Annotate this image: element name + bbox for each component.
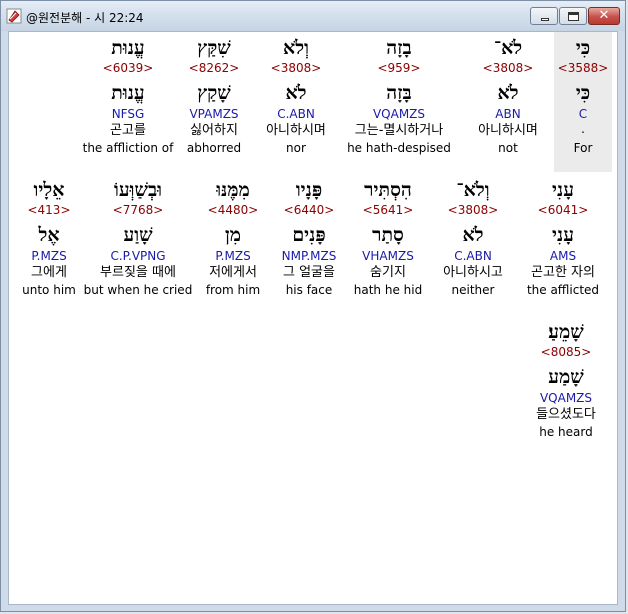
english-gloss: but when he cried (83, 283, 193, 297)
english-gloss: not (498, 141, 518, 155)
word-card[interactable]: אֵלָיו <413> אֶל P.MZS 그에게 unto him (9, 178, 89, 298)
app-window: @원전분해 - 시 22:24 ✕ כִּי <3588> כִּי C . F… (0, 0, 626, 612)
hebrew-word: לֹא־ (493, 37, 523, 59)
title-bar[interactable]: @원전분해 - 시 22:24 ✕ (1, 1, 625, 31)
parsing-code: P.MZS (31, 249, 67, 263)
hebrew-word: וּבְשַׁוְּעוֹ (114, 179, 162, 201)
korean-gloss: 들으셨도다 (536, 407, 596, 422)
close-button[interactable]: ✕ (588, 7, 620, 25)
english-gloss: unto him (22, 283, 76, 297)
lemma: שָׁמַע (548, 366, 584, 388)
hebrew-word: עֱנוּת (111, 37, 145, 59)
hebrew-word: אֵלָיו (33, 179, 65, 201)
parsing-code: NFSG (111, 107, 145, 121)
window-controls: ✕ (529, 7, 620, 25)
maximize-icon (568, 12, 579, 21)
minimize-icon (541, 18, 549, 21)
strong-number: <8085> (540, 345, 592, 359)
korean-gloss: 부르짖을 때에 (100, 265, 176, 280)
word-card[interactable]: וּבְשַׁוְּעוֹ <7768> שָׁוַע C.P.VPNG 부르짖… (78, 178, 198, 298)
parsing-code: VQAMZS (539, 391, 593, 405)
strong-number: <6039> (102, 61, 154, 75)
parsing-code: ABN (495, 107, 521, 121)
strong-number: <7768> (112, 203, 164, 217)
korean-gloss: 그에게 (31, 265, 67, 280)
word-card[interactable]: עֱנוּת <6039> עֱנוּת NFSG 곤고를 the afflic… (73, 36, 183, 156)
english-gloss: the affliction of (82, 141, 174, 155)
korean-gloss: 아니하시며 (478, 123, 538, 138)
maximize-button[interactable] (559, 7, 587, 25)
window-title: @원전분해 - 시 22:24 (26, 11, 144, 25)
hebrew-word: שָׁמֵעַ׃ (548, 321, 584, 343)
korean-gloss: 곤고를 (110, 123, 146, 138)
close-icon: ✕ (598, 8, 610, 23)
lemma: שָׁוַע (123, 224, 153, 246)
minimize-button[interactable] (530, 7, 558, 25)
word-card[interactable]: שָׁמֵעַ׃ <8085> שָׁמַע VQAMZS 들으셨도다 he h… (511, 320, 617, 440)
parsing-code: C.P.VPNG (110, 249, 166, 263)
strong-number: <413> (27, 203, 71, 217)
app-icon (6, 8, 22, 24)
lemma: אֶל (38, 224, 60, 246)
english-gloss: he heard (539, 425, 593, 439)
word-card[interactable]: לֹא־ <3808> לֹא ABN 아니하시며 not (453, 36, 563, 156)
lemma: עֱנוּת (111, 82, 145, 104)
strong-number: <3808> (482, 61, 534, 75)
lemma: לֹא (497, 82, 519, 104)
analysis-panel: כִּי <3588> כִּי C . For לֹא־ <3808> לֹא… (8, 31, 618, 605)
